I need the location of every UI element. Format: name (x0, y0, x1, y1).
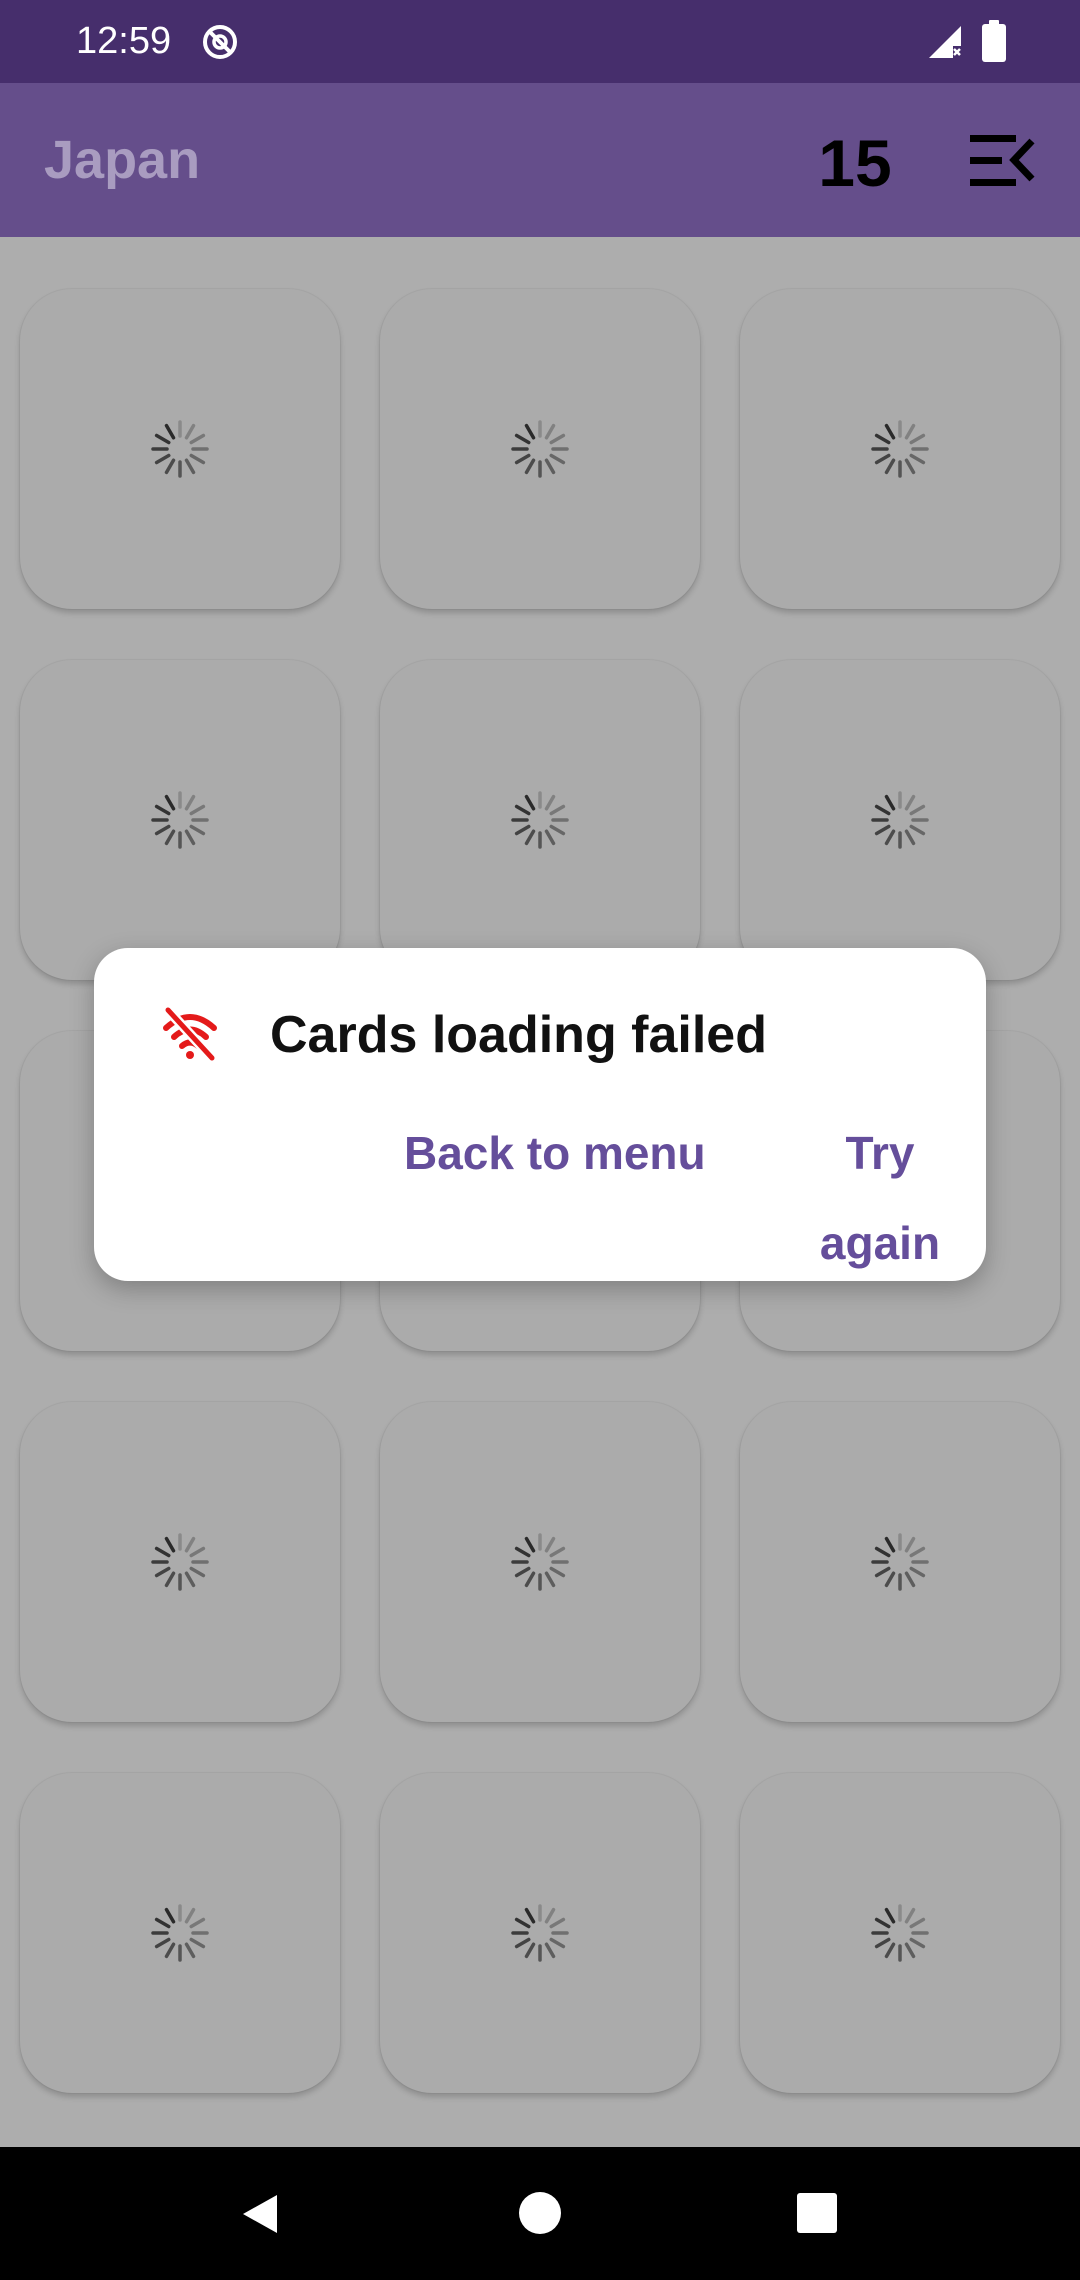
card-placeholder (380, 289, 700, 609)
card-placeholder (380, 660, 700, 980)
loading-spinner-icon (151, 420, 209, 478)
card-placeholder (740, 289, 1060, 609)
score-counter: 15 (818, 126, 892, 200)
error-dialog: Cards loading failed Back to menu Try ag… (94, 948, 986, 1281)
loading-spinner-icon (871, 420, 929, 478)
card-placeholder (380, 1402, 700, 1722)
loading-spinner-icon (871, 1533, 929, 1591)
home-icon[interactable] (518, 2191, 562, 2235)
card-placeholder (380, 1773, 700, 2093)
app-bar: Japan 15 (0, 83, 1080, 237)
recents-icon[interactable] (797, 2193, 837, 2233)
card-placeholder (740, 1773, 1060, 2093)
wifi-off-icon (163, 1006, 217, 1062)
loading-spinner-icon (511, 1533, 569, 1591)
loading-spinner-icon (871, 791, 929, 849)
loading-spinner-icon (151, 1533, 209, 1591)
card-placeholder (740, 1402, 1060, 1722)
loading-spinner-icon (151, 791, 209, 849)
card-placeholder (20, 289, 340, 609)
try-again-button[interactable]: Try again (774, 1108, 986, 1269)
loading-spinner-icon (871, 1904, 929, 1962)
navigation-bar (0, 2147, 1080, 2280)
loading-spinner-icon (511, 791, 569, 849)
status-time: 12:59 (76, 20, 172, 62)
back-to-menu-button[interactable]: Back to menu (394, 1108, 716, 1198)
battery-icon (982, 20, 1006, 62)
card-placeholder (740, 660, 1060, 980)
card-placeholder (20, 660, 340, 980)
dialog-title: Cards loading failed (270, 1006, 767, 1064)
signal-no-data-icon (929, 26, 961, 58)
loading-spinner-icon (511, 1904, 569, 1962)
app-title: Japan (44, 130, 201, 190)
status-bar: 12:59 (0, 0, 1080, 83)
assistant-icon (203, 25, 237, 59)
card-placeholder (20, 1402, 340, 1722)
loading-spinner-icon (151, 1904, 209, 1962)
back-icon[interactable] (235, 2189, 285, 2239)
loading-spinner-icon (511, 420, 569, 478)
menu-collapse-icon[interactable] (964, 127, 1036, 193)
card-placeholder (20, 1773, 340, 2093)
